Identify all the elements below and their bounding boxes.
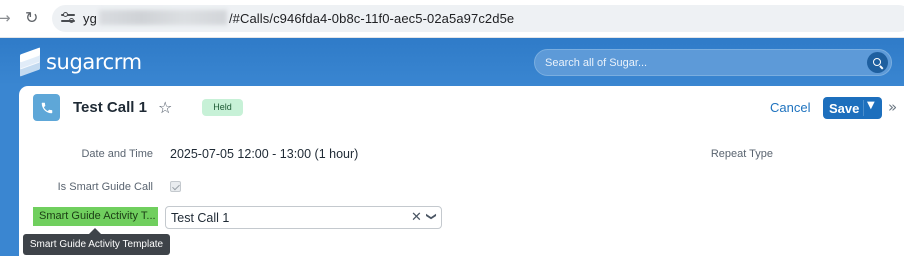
app-header: sugarcrm	[0, 38, 904, 86]
address-bar[interactable]: yg/#Calls/c946fda4-0b8c-11f0-aec5-02a5a9…	[52, 5, 904, 32]
date-value[interactable]: 2025-07-05 12:00 - 13:00 (1 hour)	[170, 147, 358, 161]
search-button[interactable]	[867, 52, 888, 73]
save-label: Save	[829, 100, 860, 116]
clear-icon[interactable]: ✕	[411, 210, 422, 225]
tooltip: Smart Guide Activity Template	[23, 228, 170, 255]
template-value: Test Call 1	[171, 211, 230, 225]
url-text: yg/#Calls/c946fda4-0b8c-11f0-aec5-02a5a9…	[83, 10, 515, 26]
redacted-url-segment	[98, 10, 227, 25]
record-title: Test Call 1	[73, 99, 147, 116]
double-chevron-right-icon[interactable]: »	[888, 98, 897, 116]
phone-icon	[33, 94, 60, 121]
date-label: Date and Time	[81, 148, 153, 160]
chevron-down-icon[interactable]: ❯	[426, 212, 437, 220]
status-badge: Held	[202, 99, 243, 116]
save-button[interactable]: Save ▼	[823, 97, 882, 119]
search-icon	[872, 57, 883, 68]
reload-icon[interactable]: ↻	[25, 8, 38, 27]
logo-text: sugarcrm	[46, 50, 142, 74]
favorite-star-icon[interactable]: ☆	[158, 98, 172, 117]
template-select[interactable]: Test Call 1 ✕ ❯	[165, 206, 442, 229]
search-input[interactable]	[545, 50, 855, 75]
smart-guide-label: Is Smart Guide Call	[57, 181, 153, 193]
template-label: Smart Guide Activity T...	[33, 207, 158, 226]
smart-guide-checkbox[interactable]	[170, 181, 181, 192]
button-divider	[863, 100, 864, 116]
record-view: Test Call 1 ☆ Held Cancel Save ▼ » Date …	[19, 86, 904, 256]
sugarcrm-logo[interactable]: sugarcrm	[18, 47, 142, 77]
chevron-down-icon[interactable]: ▼	[867, 100, 875, 111]
browser-toolbar: → ↻ yg/#Calls/c946fda4-0b8c-11f0-aec5-02…	[0, 0, 904, 38]
cancel-button[interactable]: Cancel	[770, 100, 810, 115]
sugar-cube-icon	[18, 47, 42, 77]
forward-arrow-icon[interactable]: →	[0, 9, 11, 27]
repeat-type-label: Repeat Type	[710, 148, 773, 160]
global-search	[534, 49, 892, 76]
site-settings-icon[interactable]	[61, 11, 77, 25]
